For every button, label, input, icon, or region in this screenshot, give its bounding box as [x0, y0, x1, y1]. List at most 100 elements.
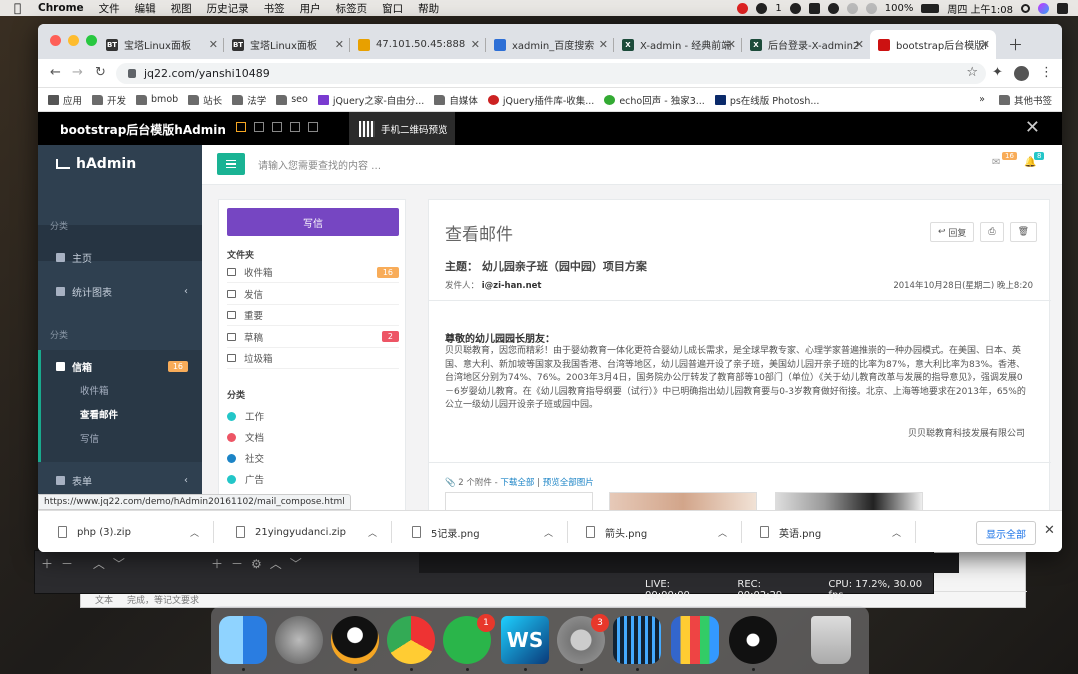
- download-item[interactable]: 5记录.png ︿: [392, 521, 568, 543]
- tab-7[interactable]: bootstrap后台模版h ✕: [870, 30, 996, 59]
- demo-close-icon[interactable]: ✕: [1025, 117, 1040, 138]
- reply-button[interactable]: ↩ 回复: [929, 222, 975, 242]
- address-bar[interactable]: jq22.com/yanshi10489 ☆: [116, 63, 986, 84]
- phone-device-icon[interactable]: [290, 122, 300, 132]
- battery-icon[interactable]: [921, 3, 940, 13]
- control-center-icon[interactable]: [1057, 2, 1068, 14]
- sidebar-item-mail[interactable]: 信箱 16: [38, 353, 202, 379]
- attachment-thumbnail[interactable]: [609, 492, 757, 510]
- menu-app-name[interactable]: Chrome: [38, 2, 84, 14]
- numbers-icon[interactable]: [671, 616, 719, 664]
- label-item[interactable]: 社交: [227, 451, 264, 465]
- tablet-device-icon[interactable]: [254, 122, 264, 132]
- obs-scene-controls[interactable]: ＋－ ︿﹀: [41, 555, 133, 572]
- close-tab-icon[interactable]: ✕: [471, 38, 480, 51]
- weibo-icon[interactable]: [737, 2, 749, 14]
- chevron-up-icon[interactable]: ︿: [544, 526, 553, 539]
- sidebar-item-forms[interactable]: 表单 ‹: [38, 467, 202, 493]
- chevron-right-icon[interactable]: »: [979, 94, 985, 105]
- bookmark-item[interactable]: 自媒体: [434, 93, 478, 107]
- hamburger-menu-button[interactable]: [217, 153, 245, 175]
- bookmark-item[interactable]: ps在线版 Photosh...: [714, 93, 819, 107]
- close-tab-icon[interactable]: ✕: [727, 38, 736, 51]
- time-machine-icon[interactable]: [827, 2, 839, 14]
- menu-edit[interactable]: 编辑: [135, 1, 156, 16]
- back-icon[interactable]: ←: [50, 65, 61, 80]
- folder-item[interactable]: 垃圾箱: [227, 348, 399, 369]
- qq-icon[interactable]: [331, 616, 379, 664]
- bookmark-item[interactable]: 站长: [188, 93, 222, 107]
- bookmark-item[interactable]: 应用: [48, 93, 82, 107]
- menu-view[interactable]: 视图: [171, 1, 192, 16]
- bookmark-item[interactable]: bmob: [136, 94, 178, 105]
- wechat-icon[interactable]: [756, 2, 768, 14]
- forward-icon[interactable]: →: [72, 65, 83, 80]
- close-tab-icon[interactable]: ✕: [599, 38, 608, 51]
- chrome-icon[interactable]: [387, 616, 435, 664]
- attachment-thumbnail[interactable]: [445, 492, 593, 510]
- close-tab-icon[interactable]: ✕: [981, 38, 990, 51]
- tab-2[interactable]: BT 宝塔Linux面板 ✕: [224, 30, 350, 59]
- wifi-icon[interactable]: [846, 2, 858, 14]
- extensions-icon[interactable]: ✦: [992, 65, 1003, 80]
- download-item[interactable]: 英语.png ︿: [740, 521, 916, 543]
- new-tab-icon[interactable]: ＋: [1008, 34, 1023, 55]
- tab-1[interactable]: BT 宝塔Linux面板 ✕: [98, 30, 224, 59]
- lock-icon[interactable]: [128, 69, 136, 78]
- finder-icon[interactable]: [219, 616, 267, 664]
- label-item[interactable]: 工作: [227, 409, 264, 423]
- close-downloads-icon[interactable]: ✕: [1044, 523, 1055, 538]
- volume-icon[interactable]: [865, 2, 877, 14]
- launchpad-icon[interactable]: [275, 616, 323, 664]
- notifications-bell-icon[interactable]: 🔔 8: [1024, 152, 1045, 168]
- sidebar-sub-inbox[interactable]: 收件箱: [80, 383, 109, 397]
- folder-item[interactable]: 草稿 2: [227, 327, 399, 348]
- obs-source-controls[interactable]: ＋－⚙︿﹀: [211, 555, 310, 572]
- sidebar-sub-view-mail[interactable]: 查看邮件: [80, 407, 118, 421]
- reload-icon[interactable]: ↻: [95, 65, 106, 80]
- brand-logo[interactable]: hAdmin: [56, 156, 136, 172]
- bookmark-item[interactable]: 开发: [92, 93, 126, 107]
- other-bookmarks[interactable]: » 其他书签: [979, 93, 1052, 107]
- webstorm-icon[interactable]: WS: [501, 616, 549, 664]
- messages-icon[interactable]: ✉ 16: [992, 152, 1017, 168]
- apple-icon[interactable]: : [14, 1, 28, 15]
- search-input[interactable]: 请输入您需要查找的内容 …: [258, 157, 381, 172]
- download-item[interactable]: php (3).zip ︿: [38, 521, 214, 543]
- menu-bookmarks[interactable]: 书签: [264, 1, 285, 16]
- kebab-menu-icon[interactable]: ⋮: [1040, 65, 1053, 80]
- chevron-up-icon[interactable]: ︿: [190, 526, 199, 539]
- activity-monitor-icon[interactable]: [613, 616, 661, 664]
- trash-icon[interactable]: 🗑: [1009, 222, 1037, 242]
- bookmark-item[interactable]: seo: [276, 94, 308, 105]
- siri-icon[interactable]: [1038, 2, 1049, 14]
- minimize-window-button[interactable]: [68, 35, 79, 46]
- label-item[interactable]: 文档: [227, 430, 264, 444]
- label-item[interactable]: 广告: [227, 472, 264, 486]
- tab-4[interactable]: xadmin_百度搜索 ✕: [486, 30, 614, 59]
- input-method-icon[interactable]: [808, 2, 820, 14]
- close-tab-icon[interactable]: ✕: [209, 38, 218, 51]
- bookmark-item[interactable]: echo回声 - 独家3...: [604, 93, 705, 107]
- chevron-up-icon[interactable]: ︿: [718, 526, 727, 539]
- chevron-up-icon[interactable]: ︿: [892, 526, 901, 539]
- bookmark-item[interactable]: jQuery插件库-收集...: [487, 93, 594, 107]
- sidebar-item-home[interactable]: 主页: [38, 244, 202, 270]
- compose-button[interactable]: 写信: [227, 208, 399, 236]
- tablet-landscape-device-icon[interactable]: [272, 122, 282, 132]
- chevron-up-icon[interactable]: ︿: [368, 526, 377, 539]
- close-tab-icon[interactable]: ✕: [335, 38, 344, 51]
- obs-icon[interactable]: [729, 616, 777, 664]
- download-all-link[interactable]: 下载全部: [500, 478, 534, 488]
- attachment-thumbnail[interactable]: [775, 492, 923, 510]
- bookmark-item[interactable]: jQuery之家-自由分...: [317, 93, 424, 107]
- bell-icon[interactable]: [789, 2, 801, 14]
- sidebar-sub-compose[interactable]: 写信: [80, 431, 99, 445]
- qr-preview-button[interactable]: 手机二维码预览: [349, 112, 455, 145]
- sidebar-item-stats[interactable]: 统计图表 ‹: [38, 278, 202, 304]
- tab-3[interactable]: 47.101.50.45:888 ✕: [350, 30, 486, 59]
- bookmark-item[interactable]: 法学: [232, 93, 266, 107]
- show-all-downloads-button[interactable]: 显示全部: [976, 521, 1036, 545]
- tab-5[interactable]: X X-admin - 经典前端 ✕: [614, 30, 742, 59]
- download-item[interactable]: 箭头.png ︿: [566, 521, 742, 543]
